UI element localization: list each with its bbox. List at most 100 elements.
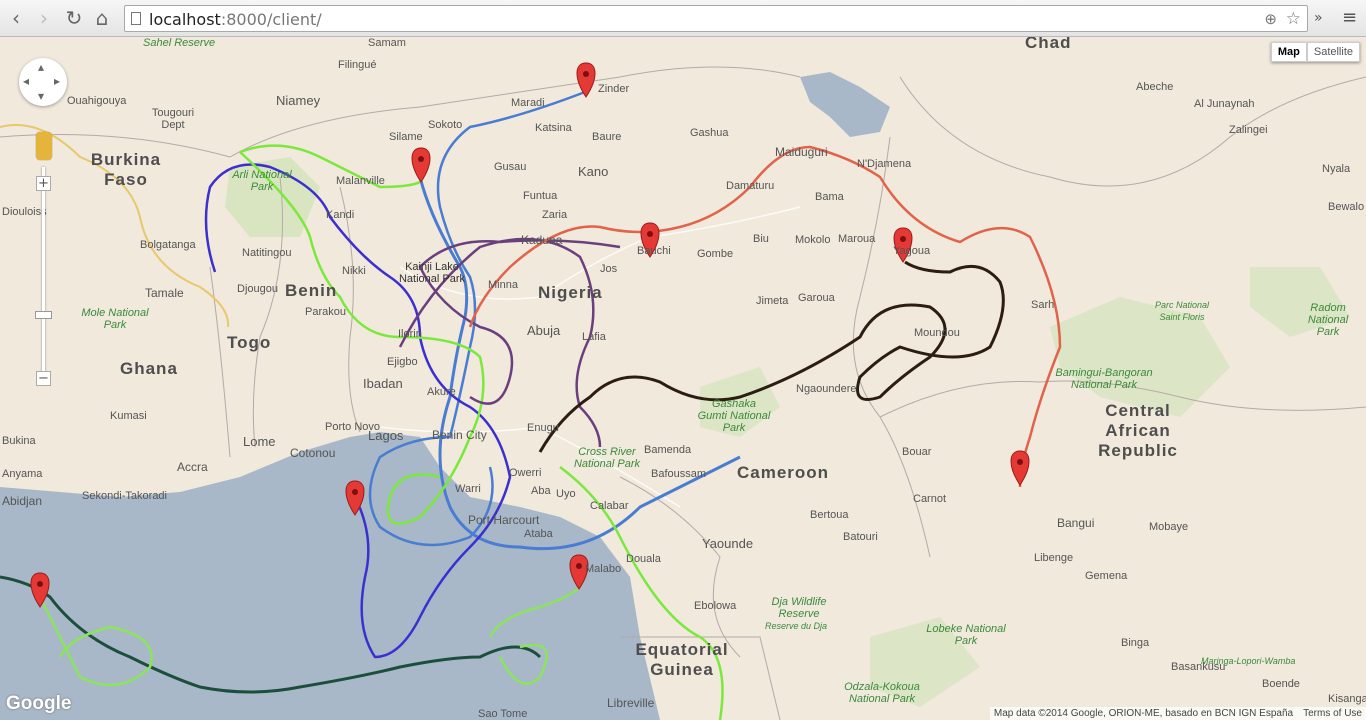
city-label: Gemena xyxy=(1085,570,1128,582)
bookmark-star-icon[interactable]: ☆ xyxy=(1286,9,1301,29)
city-label: Gusau xyxy=(494,161,527,173)
zoom-out-button[interactable]: − xyxy=(36,371,51,386)
park-label: Radom National Park xyxy=(1307,302,1349,338)
city-label: Cotonou xyxy=(290,446,336,460)
city-label: Bouar xyxy=(902,446,932,458)
terms-of-use-link[interactable]: Terms of Use xyxy=(1303,708,1362,719)
city-label: Parakou xyxy=(305,306,346,318)
city-label: Abidjan xyxy=(2,494,43,508)
zoom-slider-track[interactable] xyxy=(42,167,45,382)
city-label: Ouahigouya xyxy=(67,95,127,107)
park-label: Sahel Reserve xyxy=(143,37,216,49)
city-label: Calabar xyxy=(590,500,629,512)
map-attribution: Map data ©2014 Google, ORION-ME, basado … xyxy=(989,707,1366,720)
country-label: Nigeria xyxy=(538,283,603,302)
page-icon xyxy=(131,12,141,25)
city-label: Zalingei xyxy=(1229,124,1268,136)
city-label: Biu xyxy=(753,233,769,245)
map-canvas[interactable]: Chad Burkina Faso Benin Togo Ghana Niger… xyxy=(0,37,1366,720)
city-label: Mokolo xyxy=(795,234,831,246)
city-label: Kandi xyxy=(326,209,355,221)
city-label: Filingué xyxy=(338,59,377,71)
city-label: Bewalo xyxy=(1328,201,1365,213)
address-bar[interactable]: localhost:8000/client/ ⊕ ☆ xyxy=(124,5,1308,32)
country-label: Ghana xyxy=(120,359,178,378)
menu-icon[interactable]: ≡ xyxy=(1342,7,1357,29)
city-label: Maradi xyxy=(511,97,545,109)
city-label: Akure xyxy=(427,386,456,398)
park-label: Mole National Park xyxy=(81,307,149,331)
city-label: Ngaoundere xyxy=(796,383,857,395)
country-label: Togo xyxy=(227,333,272,352)
city-label: Ilorin xyxy=(398,328,422,340)
city-label: Kaduna xyxy=(521,233,563,247)
city-label: Aba xyxy=(531,485,551,497)
city-label: Tamale xyxy=(145,286,184,300)
street-view-pegman-icon[interactable] xyxy=(36,132,52,160)
pan-left-icon[interactable]: ◂ xyxy=(23,74,29,88)
city-label: Tougouri Dept xyxy=(151,107,195,131)
google-logo: Google xyxy=(6,693,72,714)
city-label: Anyama xyxy=(2,468,43,480)
city-label: Damaturu xyxy=(726,180,775,192)
chevron-left-icon[interactable]: ‹ xyxy=(4,6,28,30)
city-label: Jimeta xyxy=(756,295,789,307)
ocean xyxy=(0,432,660,720)
city-label: Samam xyxy=(368,37,406,49)
park-label: Gashaka Gumti National Park xyxy=(697,398,771,434)
reload-icon[interactable]: ↻ xyxy=(62,6,86,30)
home-icon[interactable]: ⌂ xyxy=(90,6,114,30)
city-label: Yaounde xyxy=(702,536,754,551)
city-label: Bukina xyxy=(2,435,36,447)
city-label: Maroua xyxy=(838,233,876,245)
city-label: Zaria xyxy=(542,209,568,221)
city-label: Nyala xyxy=(1322,163,1351,175)
city-label: Sekondi-Takoradi xyxy=(82,490,167,502)
city-label: Abeche xyxy=(1136,81,1174,93)
city-label: Natitingou xyxy=(242,247,292,259)
browser-toolbar: ‹ › ↻ ⌂ localhost:8000/client/ ⊕ ☆ » ≡ xyxy=(0,0,1366,37)
city-label: Lafia xyxy=(582,331,606,343)
city-label: Ebolowa xyxy=(694,600,737,612)
attribution-text: Map data ©2014 Google, ORION-ME, basado … xyxy=(993,708,1294,719)
city-label: Moundou xyxy=(914,327,960,339)
city-label: Al Junaynah xyxy=(1194,98,1255,110)
city-label: Port Harcourt xyxy=(468,513,540,527)
zoom-in-button[interactable]: + xyxy=(36,176,51,191)
country-label: Equatorial Guinea xyxy=(635,640,729,679)
city-label: Bangui xyxy=(1057,516,1095,530)
pan-down-icon[interactable]: ▾ xyxy=(38,89,44,103)
city-label: Enugu xyxy=(527,422,559,434)
city-label: Bauchi xyxy=(637,245,671,257)
city-label: Katsina xyxy=(535,122,572,134)
city-label: Libenge xyxy=(1034,552,1074,564)
city-label: Lome xyxy=(243,434,276,449)
park-label: Bamingui-Bangoran National Park xyxy=(1055,367,1153,391)
chevron-right-icon[interactable]: › xyxy=(32,6,56,30)
location-target-icon[interactable]: ⊕ xyxy=(1264,10,1277,28)
map-type-satellite-button[interactable]: Satellite xyxy=(1306,42,1360,62)
city-label: Zinder xyxy=(598,83,630,95)
city-label: Nikki xyxy=(342,265,366,277)
city-label: Sokoto xyxy=(428,119,463,131)
city-label: N'Djamena xyxy=(857,158,912,170)
city-label: Kano xyxy=(578,164,609,179)
city-label: Gombe xyxy=(697,248,734,260)
park-label: Odzala-Kokoua National Park xyxy=(844,681,920,705)
pan-up-icon[interactable]: ▴ xyxy=(38,60,44,74)
pan-right-icon[interactable]: ▸ xyxy=(54,74,60,88)
city-label: Ibadan xyxy=(363,376,403,391)
map-type-map-button[interactable]: Map xyxy=(1270,42,1307,62)
park-label: Parc National Saint Floris xyxy=(1154,300,1210,322)
city-label: Uyo xyxy=(556,488,576,500)
country-label: Benin xyxy=(285,281,338,300)
zoom-slider-thumb[interactable] xyxy=(35,311,52,319)
city-label: Warri xyxy=(455,483,481,495)
city-label: Accra xyxy=(177,460,208,474)
park-label: Kainji Lake National Park xyxy=(398,261,466,285)
city-label: Yagoua xyxy=(893,245,931,257)
city-label: Silame xyxy=(389,131,423,143)
country-label: Burkina Faso xyxy=(90,150,162,189)
extensions-overflow-icon[interactable]: » xyxy=(1314,7,1323,29)
pan-control[interactable]: ▴ ▾ ◂ ▸ xyxy=(19,58,67,106)
